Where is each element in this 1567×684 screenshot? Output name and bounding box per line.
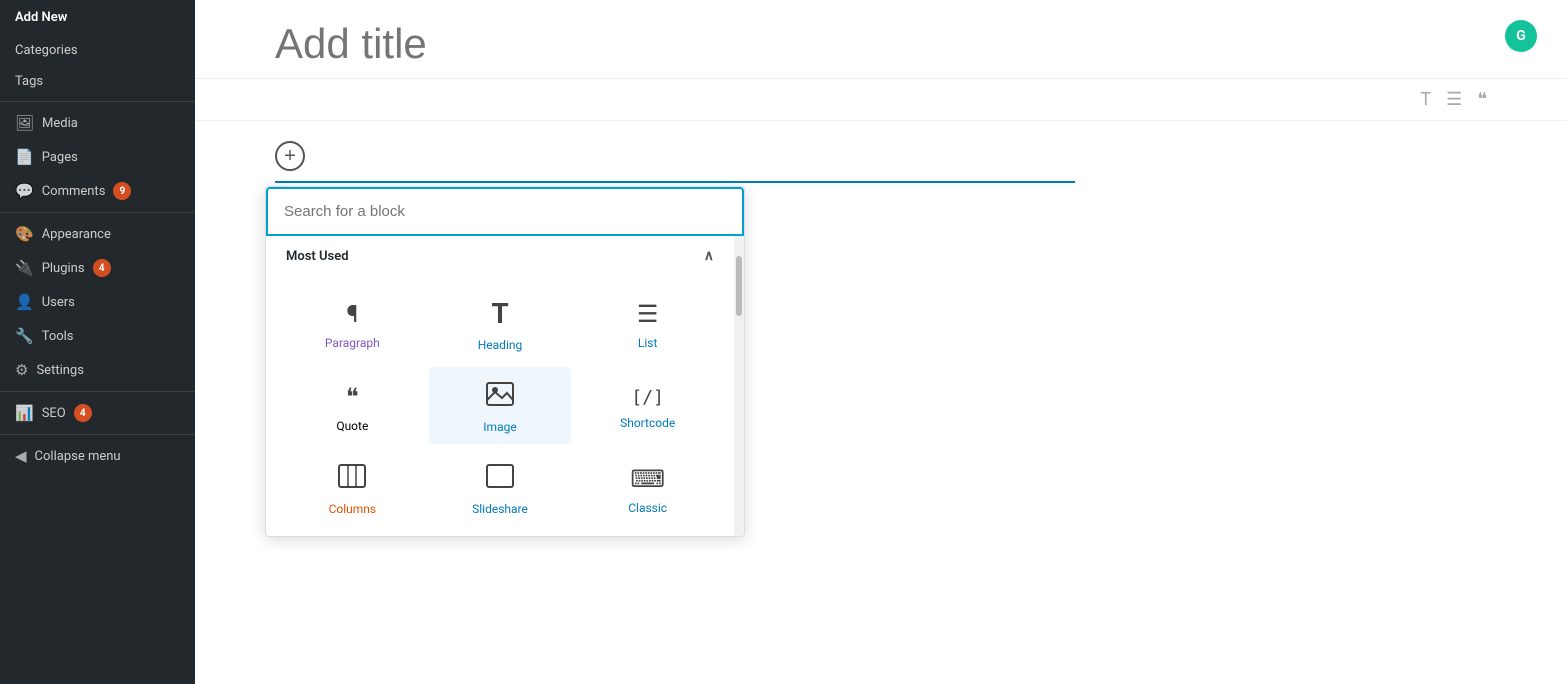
sidebar-item-label: Tools (42, 329, 74, 344)
paragraph-block-label: Paragraph (325, 336, 380, 350)
classic-block-icon: ⌨ (630, 465, 665, 493)
grammarly-icon: G (1505, 20, 1537, 52)
block-item-list[interactable]: ☰ List (576, 282, 719, 362)
block-picker-body: Most Used ∧ ¶ Paragraph T Heading (266, 236, 744, 536)
sidebar-item-label: Tags (15, 74, 43, 89)
sidebar: Add New Categories Tags 🖼 Media 📄 Pages … (0, 0, 195, 684)
settings-icon: ⚙ (15, 361, 28, 379)
editor-toolbar: T ☰ ❝ (195, 79, 1567, 121)
sidebar-item-label: Pages (42, 150, 78, 165)
scrollbar-thumb[interactable] (736, 256, 742, 316)
columns-block-label: Columns (329, 502, 377, 516)
paragraph-format-icon[interactable]: T (1420, 89, 1431, 110)
paragraph-block-icon: ¶ (346, 300, 358, 328)
block-search-input[interactable] (266, 187, 744, 236)
sidebar-item-pages[interactable]: 📄 Pages (0, 140, 195, 174)
blocks-grid: ¶ Paragraph T Heading ☰ List (266, 272, 734, 536)
comments-badge: 9 (113, 182, 131, 200)
sidebar-item-label: Users (42, 295, 75, 310)
users-icon: 👤 (15, 293, 34, 311)
media-icon: 🖼 (15, 114, 34, 132)
sidebar-item-label: Plugins (42, 261, 85, 276)
list-block-icon: ☰ (637, 300, 659, 328)
image-block-label: Image (483, 420, 516, 434)
columns-block-icon (338, 464, 366, 494)
heading-block-label: Heading (478, 338, 523, 352)
sidebar-item-label: Settings (36, 363, 83, 378)
appearance-icon: 🎨 (15, 225, 34, 243)
sidebar-item-comments[interactable]: 💬 Comments 9 (0, 174, 195, 208)
sidebar-item-label: Media (42, 116, 78, 131)
block-picker-popup: Most Used ∧ ¶ Paragraph T Heading (265, 186, 745, 537)
chevron-up-icon[interactable]: ∧ (704, 248, 714, 264)
block-item-paragraph[interactable]: ¶ Paragraph (281, 282, 424, 362)
quote-block-icon: ❝ (346, 383, 359, 411)
sidebar-item-categories[interactable]: Categories (0, 35, 195, 66)
block-inserter-button[interactable]: + (275, 141, 305, 171)
block-picker-scrollbar (734, 236, 744, 536)
sidebar-item-label: SEO (42, 406, 66, 421)
list-format-icon[interactable]: ☰ (1446, 89, 1462, 110)
seo-badge: 4 (74, 404, 92, 422)
heading-block-icon: T (491, 297, 508, 330)
pages-icon: 📄 (15, 148, 34, 166)
sidebar-item-label: Categories (15, 43, 78, 58)
editor-main: G T ☰ ❝ + Most Used ∧ (195, 0, 1567, 684)
sidebar-item-label: Comments (42, 184, 106, 199)
block-item-shortcode[interactable]: [/] Shortcode (576, 367, 719, 444)
collapse-icon: ◀ (15, 447, 27, 465)
page-title-input[interactable] (275, 20, 1487, 68)
sidebar-item-label: Collapse menu (35, 449, 121, 464)
block-item-image[interactable]: Image (429, 367, 572, 444)
tools-icon: 🔧 (15, 327, 34, 345)
list-block-label: List (638, 336, 658, 350)
sidebar-item-tags[interactable]: Tags (0, 66, 195, 97)
slideshare-block-icon (486, 464, 514, 494)
paragraph-line (275, 181, 1075, 183)
seo-icon: 📊 (15, 404, 34, 422)
block-item-classic[interactable]: ⌨ Classic (576, 449, 719, 526)
sidebar-add-new[interactable]: Add New (0, 0, 195, 35)
block-item-slideshare[interactable]: Slideshare (429, 449, 572, 526)
slideshare-block-label: Slideshare (472, 502, 528, 516)
plugins-icon: 🔌 (15, 259, 34, 277)
sidebar-item-plugins[interactable]: 🔌 Plugins 4 (0, 251, 195, 285)
plugins-badge: 4 (93, 259, 111, 277)
block-picker-scroll[interactable]: Most Used ∧ ¶ Paragraph T Heading (266, 236, 734, 536)
sidebar-item-settings[interactable]: ⚙ Settings (0, 353, 195, 387)
most-used-label: Most Used (286, 249, 349, 264)
block-item-heading[interactable]: T Heading (429, 282, 572, 362)
title-area (195, 0, 1567, 79)
image-block-icon (486, 382, 514, 412)
shortcode-block-label: Shortcode (620, 416, 675, 430)
block-item-columns[interactable]: Columns (281, 449, 424, 526)
sidebar-item-appearance[interactable]: 🎨 Appearance (0, 217, 195, 251)
sidebar-item-label: Appearance (42, 227, 111, 242)
most-used-header: Most Used ∧ (266, 236, 734, 272)
sidebar-item-tools[interactable]: 🔧 Tools (0, 319, 195, 353)
quote-block-label: Quote (336, 419, 368, 433)
comments-icon: 💬 (15, 182, 34, 200)
quote-format-icon[interactable]: ❝ (1477, 89, 1487, 110)
sidebar-item-seo[interactable]: 📊 SEO 4 (0, 396, 195, 430)
classic-block-label: Classic (628, 501, 667, 515)
shortcode-block-icon: [/] (631, 387, 664, 408)
sidebar-item-media[interactable]: 🖼 Media (0, 106, 195, 140)
block-item-quote[interactable]: ❝ Quote (281, 367, 424, 444)
sidebar-item-users[interactable]: 👤 Users (0, 285, 195, 319)
sidebar-collapse-menu[interactable]: ◀ Collapse menu (0, 439, 195, 473)
editor-content: + Most Used ∧ ¶ Paragraph (195, 121, 1567, 684)
